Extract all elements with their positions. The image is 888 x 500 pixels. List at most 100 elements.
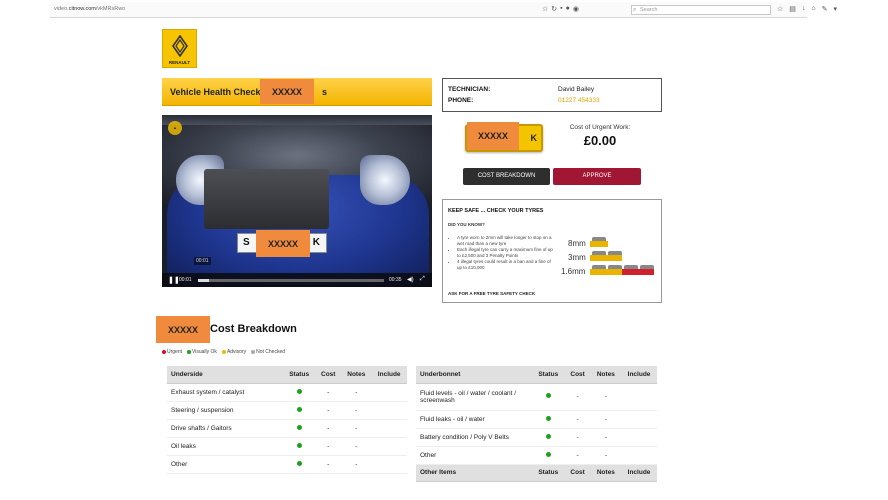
row-item: Fluid leaks - oil / water bbox=[416, 410, 532, 429]
row-include[interactable] bbox=[371, 383, 407, 402]
home-icon[interactable]: ⌂ bbox=[811, 5, 815, 13]
table-row: Fluid leaks - oil / water - - bbox=[416, 410, 657, 429]
row-include[interactable] bbox=[621, 428, 657, 447]
col-include: Include bbox=[371, 366, 407, 384]
col-cost: Cost bbox=[315, 366, 342, 384]
addon-icon[interactable]: ● bbox=[566, 5, 570, 13]
underside-heading: Underside bbox=[167, 366, 283, 384]
underside-table: Underside Status Cost Notes Include Exha… bbox=[167, 366, 407, 474]
pause-icon[interactable]: ❚❚ bbox=[168, 276, 180, 284]
tyre-fact: Each illegal tyre can carry a maximum fi… bbox=[457, 247, 557, 258]
row-cost: - bbox=[564, 383, 591, 411]
pencil-icon[interactable]: ✎ bbox=[822, 5, 828, 13]
row-include[interactable] bbox=[621, 410, 657, 429]
ok-dot-icon bbox=[296, 388, 302, 394]
brand-name: RENAULT bbox=[168, 60, 191, 65]
row-cost: - bbox=[564, 428, 591, 447]
row-notes: - bbox=[590, 428, 622, 447]
tyre-safety-panel: KEEP SAFE ... CHECK YOUR TYRES DID YOU K… bbox=[442, 199, 662, 303]
row-cost: - bbox=[564, 446, 591, 465]
row-include[interactable] bbox=[371, 419, 407, 438]
row-item: Steering / suspension bbox=[167, 401, 283, 420]
ok-dot-icon bbox=[187, 349, 192, 354]
tyre-fact: 4 illegal tyres could result in a ban an… bbox=[457, 259, 557, 270]
underbonnet-table: Underbonnet Status Cost Notes Include Fl… bbox=[416, 366, 657, 482]
table-row: Oil leaks - - bbox=[167, 437, 407, 456]
video-watermark-logo: ▲ bbox=[168, 121, 182, 135]
redacted-badge-plate: XXXXX bbox=[467, 122, 519, 150]
video-controls: ❚❚ 00:01 00:35 ◀) ⤢ bbox=[162, 273, 432, 287]
shield-icon[interactable]: ▪ bbox=[560, 5, 562, 13]
row-status bbox=[283, 383, 316, 402]
address-bar[interactable]: video.citnow.com/vkMRsRwo bbox=[54, 6, 125, 12]
cost-breakdown-title: Cost Breakdown bbox=[210, 323, 297, 335]
search-placeholder: Search bbox=[640, 7, 658, 13]
reload-icon[interactable]: ↻ bbox=[551, 5, 557, 13]
technician-card: TECHNICIAN: David Bailey PHONE: 01227 45… bbox=[442, 78, 662, 112]
row-status bbox=[283, 437, 316, 456]
row-include[interactable] bbox=[371, 401, 407, 420]
redacted-customer-name: XXXXX bbox=[260, 79, 314, 104]
ok-dot-icon bbox=[296, 442, 302, 448]
star-icon[interactable]: ☆ bbox=[777, 5, 783, 13]
tyre-check-cta: ASK FOR A FREE TYRE SAFETY CHECK bbox=[448, 291, 536, 296]
row-notes: - bbox=[590, 446, 622, 465]
col-notes: Notes bbox=[590, 366, 622, 384]
row-cost: - bbox=[315, 383, 342, 402]
ok-dot-icon bbox=[296, 460, 302, 466]
download-icon[interactable]: ↓ bbox=[802, 5, 806, 13]
phone-number[interactable]: 01227 454333 bbox=[558, 97, 600, 104]
row-include[interactable] bbox=[371, 437, 407, 456]
cost-breakdown-button[interactable]: COST BREAKDOWN bbox=[463, 168, 550, 185]
clipboard-icon[interactable]: ▤ bbox=[789, 5, 796, 13]
search-icon: ⌕ bbox=[633, 7, 637, 13]
ok-dot-icon bbox=[296, 406, 302, 412]
did-you-know-label: DID YOU KNOW? bbox=[448, 222, 485, 227]
google-icon[interactable]: ◉ bbox=[573, 5, 579, 13]
tyre-depth-label: 3mm bbox=[568, 253, 586, 262]
page-title-bar: Vehicle Health Check fs XXXXX bbox=[162, 78, 432, 106]
col-cost: Cost bbox=[564, 366, 591, 384]
table-row: Exhaust system / catalyst - - bbox=[167, 383, 407, 402]
menu-icon[interactable]: ▾ bbox=[834, 5, 838, 13]
search-input[interactable]: ⌕ Search bbox=[631, 5, 771, 15]
redacted-plate: XXXXX bbox=[256, 230, 310, 257]
row-status bbox=[283, 419, 316, 438]
table-row: Other - - bbox=[167, 455, 407, 474]
video-timestamp-overlay: 00:01 bbox=[194, 257, 211, 265]
row-item: Battery condition / Poly V Belts bbox=[416, 428, 532, 447]
row-include[interactable] bbox=[621, 383, 657, 411]
row-status bbox=[532, 428, 565, 447]
row-include[interactable] bbox=[371, 455, 407, 474]
toolbar-right-icons: ☆ ▤ ↓ ⌂ ✎ ▾ bbox=[777, 5, 837, 13]
technician-name: David Bailey bbox=[558, 86, 595, 93]
row-cost: - bbox=[315, 437, 342, 456]
row-include[interactable] bbox=[621, 446, 657, 465]
col-status: Status bbox=[283, 366, 316, 384]
urgent-cost-label: Cost of Urgent Work: bbox=[569, 124, 631, 131]
video-player[interactable]: ▲ S K XXXXX 00:01 ❚❚ 00:01 00:35 ◀) ⤢ bbox=[162, 115, 432, 287]
bookmark-star-icon[interactable]: ☆ bbox=[542, 5, 548, 13]
ok-dot-icon bbox=[545, 451, 551, 457]
legend-visually-ok: Visually Ok bbox=[187, 349, 217, 355]
badge-plate-char: K bbox=[530, 133, 538, 143]
row-status bbox=[283, 455, 316, 474]
approve-button[interactable]: APPROVE bbox=[553, 168, 641, 185]
tyre-facts-list: A tyre worn to 2mm will take longer to s… bbox=[457, 235, 557, 271]
row-item: Oil leaks bbox=[167, 437, 283, 456]
fullscreen-icon[interactable]: ⤢ bbox=[420, 276, 425, 283]
advisory-dot-icon bbox=[221, 349, 226, 354]
renault-diamond-icon bbox=[172, 35, 188, 57]
table-header-row: Underside Status Cost Notes Include bbox=[167, 366, 407, 384]
table-header-row: Underbonnet Status Cost Notes Include bbox=[416, 366, 657, 384]
technician-label: TECHNICIAN: bbox=[448, 86, 491, 93]
plate-left-char: S bbox=[243, 237, 250, 248]
video-frame-wing-cover bbox=[204, 169, 329, 229]
volume-icon[interactable]: ◀) bbox=[407, 276, 414, 283]
row-status bbox=[283, 401, 316, 420]
table-row: Steering / suspension - - bbox=[167, 401, 407, 420]
stopping-distance-bar bbox=[590, 255, 622, 261]
underbonnet-heading: Underbonnet bbox=[416, 366, 532, 384]
url-domain: citnow.com bbox=[68, 6, 96, 12]
video-seek-bar[interactable] bbox=[198, 279, 384, 282]
